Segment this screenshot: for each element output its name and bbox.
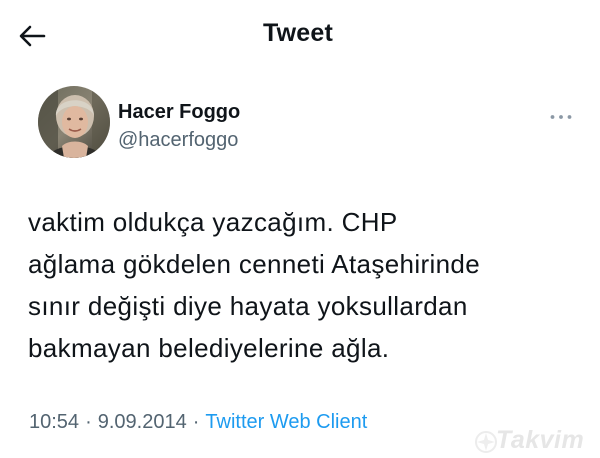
tweet-text-line: sınır değişti diye hayata yoksullardan bbox=[28, 291, 468, 321]
author-handle[interactable]: @hacerfoggo bbox=[118, 129, 238, 152]
avatar[interactable] bbox=[38, 86, 110, 158]
takvim-logo-icon bbox=[475, 431, 497, 453]
tweet-date[interactable]: 9.09.2014 bbox=[98, 411, 187, 433]
more-horizontal-icon bbox=[550, 115, 572, 119]
more-button[interactable] bbox=[546, 102, 576, 132]
page-title: Tweet bbox=[263, 19, 333, 47]
watermark-text: Takvim bbox=[496, 426, 585, 454]
author-name[interactable]: Hacer Foggo bbox=[118, 101, 240, 124]
tweet-header: Tweet bbox=[0, 0, 600, 70]
arrow-left-icon bbox=[19, 25, 46, 47]
separator-dot: · bbox=[192, 411, 200, 433]
tweet-text-line: vaktim oldukça yazcağım. CHP bbox=[28, 207, 398, 237]
tweet-client-link[interactable]: Twitter Web Client bbox=[205, 411, 367, 433]
back-button[interactable] bbox=[14, 18, 50, 54]
separator-dot: · bbox=[85, 411, 92, 433]
profile-photo bbox=[38, 86, 110, 158]
tweet-time[interactable]: 10:54 bbox=[29, 411, 79, 433]
tweet-text-line: bakmayan belediyelerine ağla. bbox=[28, 333, 390, 363]
tweet-metadata: 10:54 · 9.09.2014 · Twitter Web Client bbox=[29, 411, 367, 434]
watermark-logo: Takvim bbox=[472, 424, 600, 458]
tweet-text-line: ağlama gökdelen cenneti Ataşehirinde bbox=[28, 249, 481, 279]
tweet-author: Hacer Foggo @hacerfoggo bbox=[38, 86, 578, 170]
tweet-text: vaktim oldukça yazcağım. CHP ağlama gökd… bbox=[28, 201, 588, 369]
